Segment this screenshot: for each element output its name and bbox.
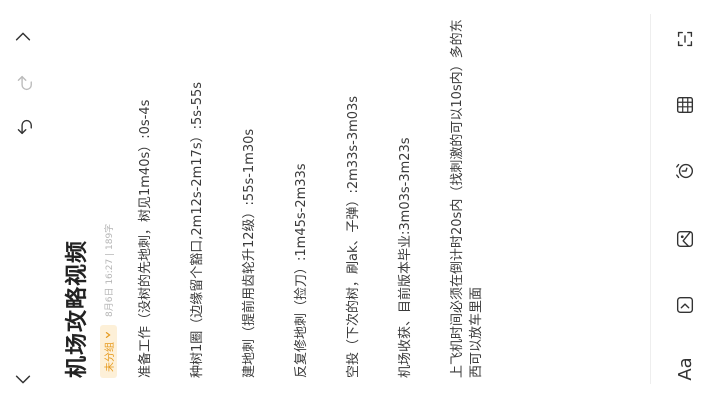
forward-icon[interactable] xyxy=(8,22,38,52)
note-line[interactable]: 机场收获、目前版本毕业:3m03s-3m23s xyxy=(396,18,415,378)
redo-icon[interactable] xyxy=(8,68,38,98)
alarm-clock-icon[interactable] xyxy=(670,156,700,186)
note-line[interactable]: 建地刺（提前用齿轮升12级）:55s-1m30s xyxy=(240,18,259,378)
folder-tag-label: 未分组 xyxy=(104,342,116,372)
checkbox-icon[interactable] xyxy=(670,290,700,320)
scan-icon[interactable] xyxy=(670,24,700,54)
note-line[interactable]: 反复修地刺（捡刀）:1m45s-2m33s xyxy=(292,18,311,378)
image-icon[interactable] xyxy=(670,224,700,254)
note-date-wordcount: 8月6日 16:27 | 189字 xyxy=(104,223,115,317)
note-screen: 机场攻略视频 未分组 8月6日 16:27 | 189字 准备工作（没树的先地刺… xyxy=(0,0,720,404)
note-title[interactable]: 机场攻略视频 xyxy=(62,18,94,378)
note-line[interactable]: 准备工作（没树的先地刺，树见1m40s）:0s-4s xyxy=(136,18,155,378)
note-meta: 未分组 8月6日 16:27 | 189字 xyxy=(98,18,118,378)
note-body[interactable]: 机场攻略视频 未分组 8月6日 16:27 | 189字 准备工作（没树的先地刺… xyxy=(62,18,492,378)
note-line[interactable]: 空投（下次的树，刷ak、子弹）:2m33s-3m03s xyxy=(344,18,363,378)
text-format-button[interactable]: Aa xyxy=(670,354,700,384)
top-navigation-bar xyxy=(0,0,50,404)
undo-icon[interactable] xyxy=(8,112,38,142)
folder-tag[interactable]: 未分组 xyxy=(99,325,117,378)
edit-toolbar: Aa xyxy=(656,0,720,404)
note-line[interactable]: 种树1圈（边缘留个豁口,2m12s-2m17s）:5s-55s xyxy=(188,18,207,378)
back-icon[interactable] xyxy=(8,364,38,394)
note-line[interactable]: 上飞机时间必须在倒计时20s内（找刺激的可以10s内）多的东西可以放车里面 xyxy=(448,18,486,378)
toolbar-divider xyxy=(650,14,651,384)
text-format-label: Aa xyxy=(674,357,696,381)
note-text[interactable]: 准备工作（没树的先地刺，树见1m40s）:0s-4s 种树1圈（边缘留个豁口,2… xyxy=(136,18,486,378)
table-icon[interactable] xyxy=(670,90,700,120)
chevron-down-icon xyxy=(105,332,111,338)
